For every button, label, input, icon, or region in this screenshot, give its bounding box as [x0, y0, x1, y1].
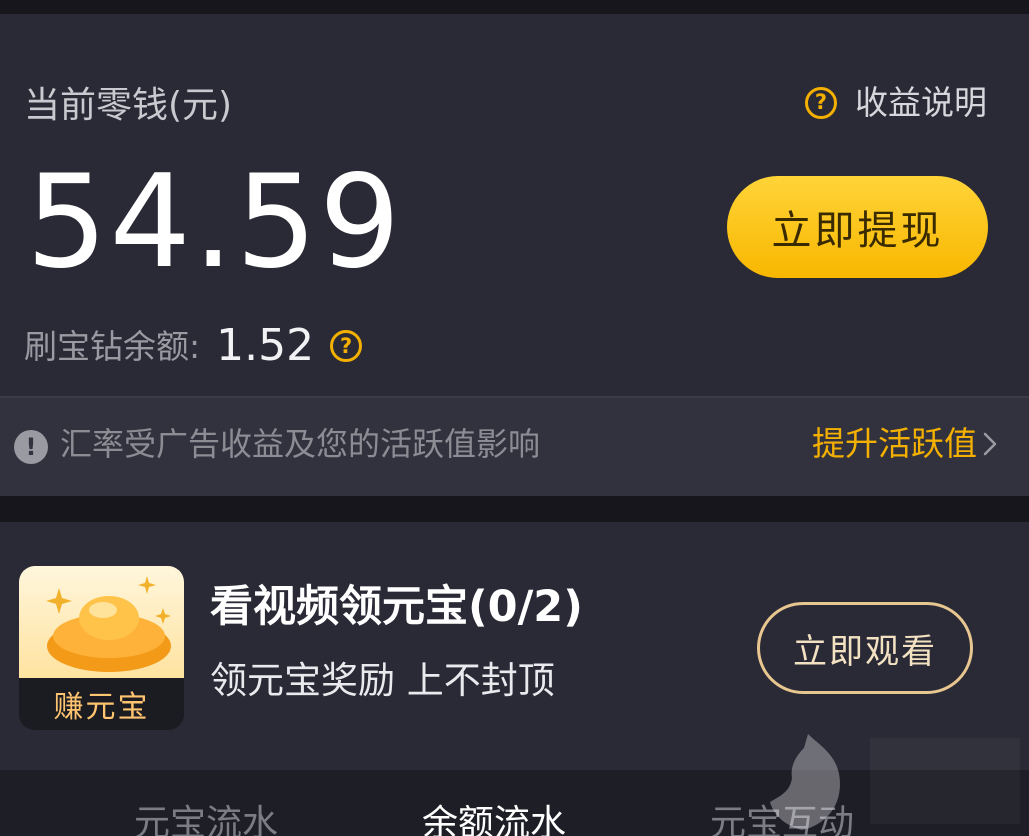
- tab-balance-flow[interactable]: 余额流水: [422, 806, 566, 836]
- earnings-help-label: 收益说明: [855, 83, 987, 122]
- question-icon[interactable]: ?: [330, 330, 363, 362]
- exchange-rate-notice: ! 汇率受广告收益及您的活跃值影响 提升活跃值: [0, 396, 1029, 496]
- withdraw-button[interactable]: 立即提现: [727, 176, 988, 278]
- task-card: 赚元宝 看视频领元宝(0/2) 领元宝奖励 上不封顶 立即观看: [0, 522, 1029, 770]
- diamond-balance-value: 1.52: [216, 320, 315, 371]
- flow-tabs: 元宝流水 余额流水 元宝互动: [0, 770, 1029, 836]
- diamond-balance-label: 刷宝钻余额:: [24, 326, 201, 366]
- task-title: 看视频领元宝(0/2): [210, 582, 583, 632]
- question-icon: ?: [805, 86, 837, 119]
- watch-now-button[interactable]: 立即观看: [757, 602, 973, 694]
- task-icon: 赚元宝: [19, 566, 184, 730]
- wallet-page: 当前零钱(元) ? 收益说明 54.59 立即提现 刷宝钻余额: 1.52 ? …: [0, 0, 1029, 836]
- exchange-rate-notice-text: 汇率受广告收益及您的活跃值影响: [60, 425, 541, 463]
- diamond-balance-row: 刷宝钻余额: 1.52 ?: [24, 320, 363, 371]
- chevron-right-icon[interactable]: [977, 431, 1003, 457]
- task-subtitle: 领元宝奖励 上不封顶: [210, 659, 555, 702]
- balance-amount: 54.59: [26, 148, 403, 297]
- task-icon-label: 赚元宝: [19, 678, 184, 730]
- balance-label: 当前零钱(元): [24, 85, 233, 126]
- tab-ingot-flow[interactable]: 元宝流水: [134, 806, 278, 836]
- tab-ingot-interaction[interactable]: 元宝互动: [710, 806, 854, 836]
- warning-icon: !: [14, 430, 48, 464]
- balance-card: 当前零钱(元) ? 收益说明 54.59 立即提现 刷宝钻余额: 1.52 ?: [0, 14, 1029, 396]
- earnings-help-link[interactable]: ? 收益说明: [805, 86, 987, 119]
- gold-ingot-icon: [19, 566, 184, 678]
- boost-activity-link[interactable]: 提升活跃值: [812, 427, 977, 460]
